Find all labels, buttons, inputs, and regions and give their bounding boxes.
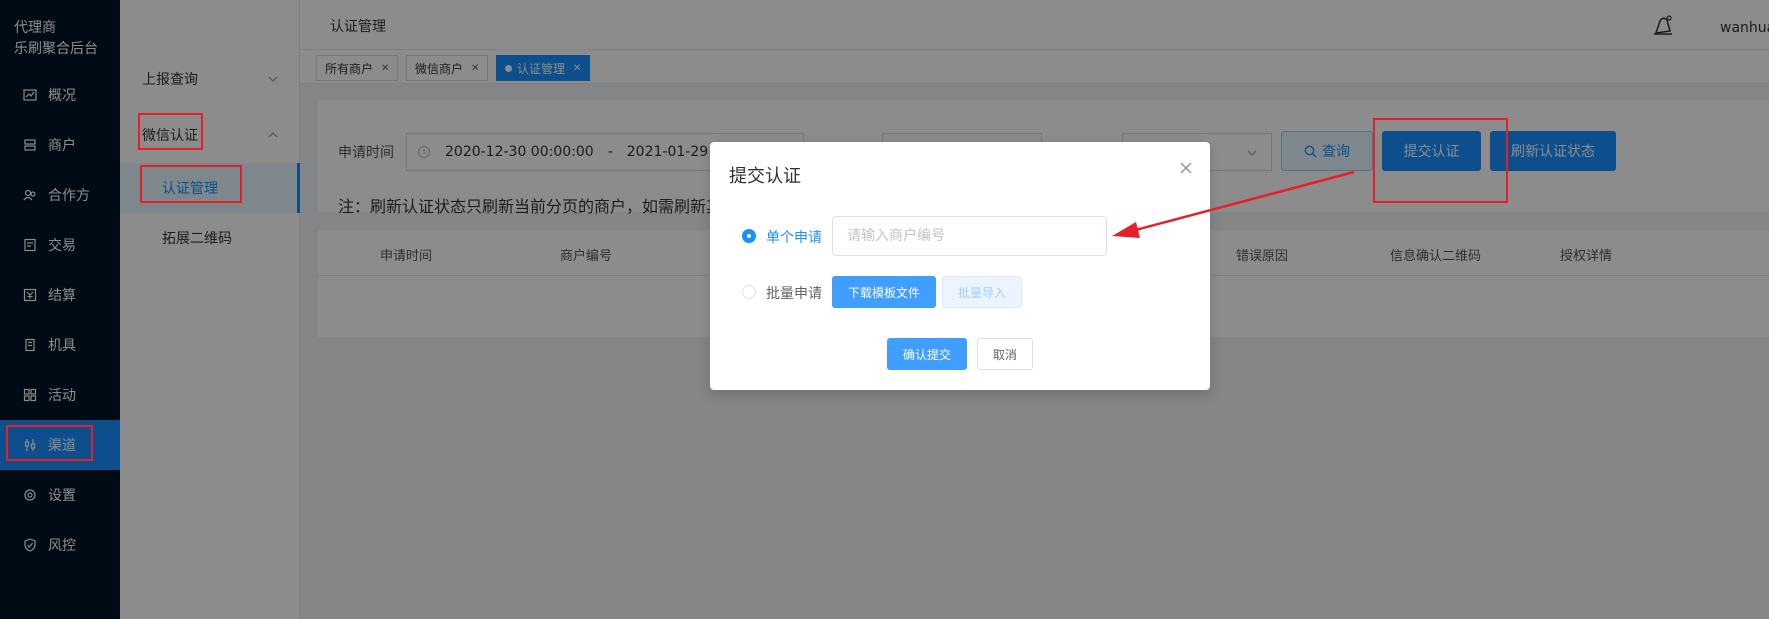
- batch-apply-radio[interactable]: [742, 285, 756, 299]
- merchant-number-input[interactable]: [832, 216, 1107, 256]
- annotation-box-channel: [6, 425, 93, 461]
- dialog-title: 提交认证: [729, 166, 801, 187]
- single-apply-label[interactable]: 单个申请: [766, 227, 822, 247]
- cancel-button[interactable]: 取消: [977, 338, 1033, 370]
- download-template-button[interactable]: 下载模板文件: [832, 276, 936, 308]
- submit-auth-dialog: 提交认证 单个申请 批量申请 下载模板文件 批量导入 确认提交 取消: [710, 142, 1210, 390]
- confirm-submit-button[interactable]: 确认提交: [887, 338, 967, 370]
- batch-apply-label[interactable]: 批量申请: [766, 283, 822, 303]
- single-apply-radio[interactable]: [742, 229, 756, 243]
- annotation-box-wechat-auth: [138, 113, 203, 150]
- annotation-box-auth-management: [140, 165, 242, 203]
- annotation-box-submit-auth: [1373, 118, 1508, 203]
- batch-import-button[interactable]: 批量导入: [942, 276, 1022, 308]
- close-icon[interactable]: [1178, 160, 1194, 176]
